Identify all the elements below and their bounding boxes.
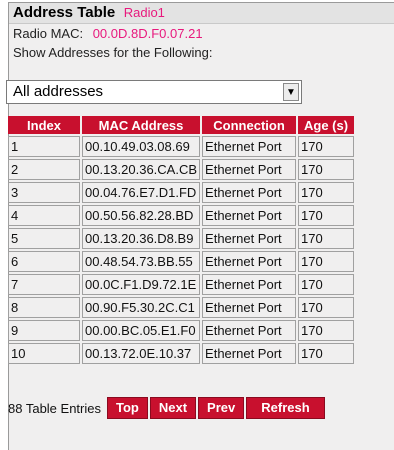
show-addresses-label: Show Addresses for the Following: bbox=[13, 45, 213, 60]
column-header-connection: Connection bbox=[202, 116, 297, 134]
cell-connection: Ethernet Port bbox=[202, 159, 297, 180]
cell-age: 170 bbox=[298, 320, 355, 341]
cell-age: 170 bbox=[298, 251, 355, 272]
cell-connection: Ethernet Port bbox=[202, 320, 297, 341]
cell-mac-address: 00.48.54.73.BB.55 bbox=[82, 251, 201, 272]
cell-index: 8 bbox=[8, 297, 80, 318]
cell-age: 170 bbox=[298, 159, 355, 180]
cell-connection: Ethernet Port bbox=[202, 228, 297, 249]
table-row: 9 00.00.BC.05.E1.F0 Ethernet Port 170 bbox=[8, 320, 355, 341]
chevron-down-icon[interactable]: ▼ bbox=[283, 83, 299, 101]
column-header-index: Index bbox=[8, 116, 80, 134]
cell-age: 170 bbox=[298, 297, 355, 318]
cell-index: 9 bbox=[8, 320, 80, 341]
cell-mac-address: 00.10.49.03.08.69 bbox=[82, 136, 201, 157]
address-filter-select[interactable]: All addresses ▼ bbox=[6, 80, 302, 104]
table-row: 3 00.04.76.E7.D1.FD Ethernet Port 170 bbox=[8, 182, 355, 203]
radio-name: Radio1 bbox=[123, 5, 165, 20]
radio-mac-label: Radio MAC: bbox=[13, 26, 84, 41]
cell-connection: Ethernet Port bbox=[202, 343, 297, 364]
cell-index: 6 bbox=[8, 251, 80, 272]
column-header-mac-address: MAC Address bbox=[82, 116, 201, 134]
table-entries-count: 88 Table Entries bbox=[8, 400, 101, 416]
cell-age: 170 bbox=[298, 136, 355, 157]
top-button[interactable]: Top bbox=[107, 397, 148, 419]
cell-mac-address: 00.0C.F1.D9.72.1E bbox=[82, 274, 201, 295]
column-header-age: Age (s) bbox=[298, 116, 355, 134]
cell-mac-address: 00.13.20.36.CA.CB bbox=[82, 159, 201, 180]
cell-age: 170 bbox=[298, 228, 355, 249]
cell-index: 4 bbox=[8, 205, 80, 226]
cell-mac-address: 00.50.56.82.28.BD bbox=[82, 205, 201, 226]
page-title: Address Table bbox=[13, 4, 116, 21]
table-row: 5 00.13.20.36.D8.B9 Ethernet Port 170 bbox=[8, 228, 355, 249]
table-row: 1 00.10.49.03.08.69 Ethernet Port 170 bbox=[8, 136, 355, 157]
cell-age: 170 bbox=[298, 343, 355, 364]
cell-mac-address: 00.04.76.E7.D1.FD bbox=[82, 182, 201, 203]
cell-age: 170 bbox=[298, 274, 355, 295]
cell-index: 3 bbox=[8, 182, 80, 203]
cell-age: 170 bbox=[298, 182, 355, 203]
cell-connection: Ethernet Port bbox=[202, 297, 297, 318]
cell-index: 7 bbox=[8, 274, 80, 295]
cell-connection: Ethernet Port bbox=[202, 136, 297, 157]
table-row: 2 00.13.20.36.CA.CB Ethernet Port 170 bbox=[8, 159, 355, 180]
cell-connection: Ethernet Port bbox=[202, 251, 297, 272]
cell-index: 2 bbox=[8, 159, 80, 180]
table-header-row: Index MAC Address Connection Age (s) bbox=[8, 116, 355, 134]
cell-connection: Ethernet Port bbox=[202, 205, 297, 226]
cell-index: 5 bbox=[8, 228, 80, 249]
table-row: 6 00.48.54.73.BB.55 Ethernet Port 170 bbox=[8, 251, 355, 272]
cell-index: 1 bbox=[8, 136, 80, 157]
table-row: 10 00.13.72.0E.10.37 Ethernet Port 170 bbox=[8, 343, 355, 364]
table-row: 4 00.50.56.82.28.BD Ethernet Port 170 bbox=[8, 205, 355, 226]
cell-mac-address: 00.90.F5.30.2C.C1 bbox=[82, 297, 201, 318]
radio-mac-value: 00.0D.8D.F0.07.21 bbox=[92, 26, 203, 41]
cell-connection: Ethernet Port bbox=[202, 182, 297, 203]
panel-header: Address Table Radio1 bbox=[9, 3, 394, 24]
cell-index: 10 bbox=[8, 343, 80, 364]
table-footer: 88 Table Entries Top Next Prev Refresh bbox=[6, 397, 325, 419]
refresh-button[interactable]: Refresh bbox=[246, 397, 325, 419]
radio-mac-row: Radio MAC: 00.0D.8D.F0.07.21 bbox=[9, 24, 394, 44]
cell-mac-address: 00.13.72.0E.10.37 bbox=[82, 343, 201, 364]
table-row: 8 00.90.F5.30.2C.C1 Ethernet Port 170 bbox=[8, 297, 355, 318]
address-table: Index MAC Address Connection Age (s) 1 0… bbox=[6, 114, 356, 366]
cell-age: 170 bbox=[298, 205, 355, 226]
cell-mac-address: 00.13.20.36.D8.B9 bbox=[82, 228, 201, 249]
address-filter-value: All addresses bbox=[13, 83, 104, 100]
table-row: 7 00.0C.F1.D9.72.1E Ethernet Port 170 bbox=[8, 274, 355, 295]
cell-mac-address: 00.00.BC.05.E1.F0 bbox=[82, 320, 201, 341]
next-button[interactable]: Next bbox=[149, 397, 197, 419]
prev-button[interactable]: Prev bbox=[198, 397, 245, 419]
cell-connection: Ethernet Port bbox=[202, 274, 297, 295]
